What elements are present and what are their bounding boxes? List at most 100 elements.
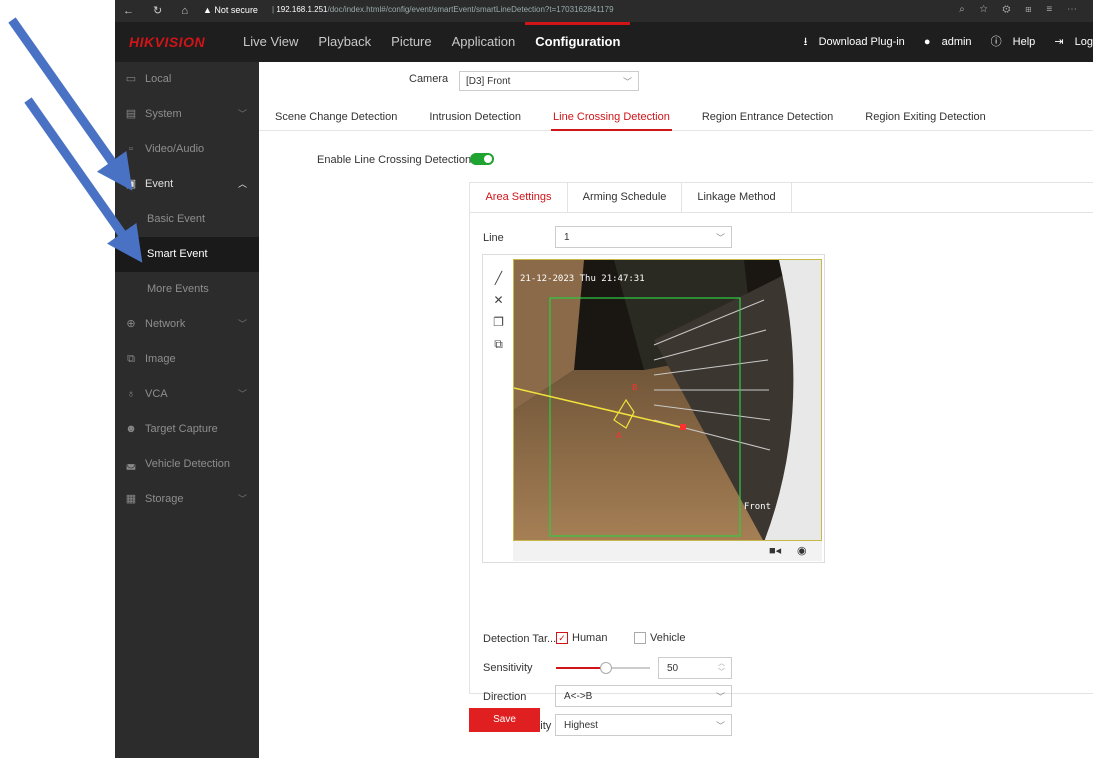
- direction-label: Direction: [483, 691, 527, 703]
- line-value: 1: [564, 232, 570, 243]
- logout-icon: ⇥: [1054, 36, 1064, 48]
- draw-line-icon[interactable]: ╱: [487, 267, 510, 289]
- chevron-down-icon: ﹀: [237, 319, 247, 329]
- video-icon: ▫: [129, 143, 133, 155]
- spinner-icon[interactable]: ︿ ﹀: [718, 659, 725, 677]
- top-nav: Live View Playback Picture Application C…: [233, 22, 631, 62]
- tab-intrusion[interactable]: Intrusion Detection: [413, 98, 537, 130]
- save-button[interactable]: Save: [469, 708, 540, 732]
- direction-value: A<->B: [564, 691, 593, 702]
- tab-scene-change[interactable]: Scene Change Detection: [259, 98, 413, 130]
- download-plugin-link[interactable]: ⭳ Download Plug-in: [796, 36, 905, 48]
- user-icon: ●: [923, 36, 931, 48]
- sidebar-item-label: Video/Audio: [145, 143, 205, 155]
- storage-icon: ▦: [125, 493, 137, 505]
- point-a-label: A: [616, 431, 622, 440]
- nav-application[interactable]: Application: [442, 22, 526, 62]
- user-name: admin: [941, 36, 972, 48]
- help-link[interactable]: ⓘ Help: [983, 36, 1036, 48]
- nav-playback[interactable]: Playback: [308, 22, 381, 62]
- chevron-down-icon: ﹀: [237, 109, 247, 119]
- logout-link[interactable]: ⇥ Log: [1046, 36, 1093, 48]
- line-select[interactable]: 1 ﹀: [555, 226, 732, 248]
- tab-region-entrance[interactable]: Region Entrance Detection: [686, 98, 849, 130]
- browser-bar: ← ↻ ⌂ ▲ Not secure | 192.168.1.251/doc/i…: [115, 0, 1093, 22]
- nav-picture[interactable]: Picture: [381, 22, 441, 62]
- slider-knob[interactable]: [600, 662, 612, 674]
- car-icon: ◛: [125, 458, 137, 470]
- tab-arming-schedule[interactable]: Arming Schedule: [568, 183, 682, 212]
- browser-nav-icons[interactable]: ← ↻ ⌂: [123, 4, 196, 17]
- browser-toolbar-icons[interactable]: ⌕ ☆ ⚙ ⊞ ≡ ⋯: [959, 4, 1083, 15]
- info-icon: ⓘ: [990, 36, 1002, 48]
- drawing-toolbar: ╱ ✕ ❐ ⧉: [487, 267, 510, 355]
- nav-live-view[interactable]: Live View: [233, 22, 308, 62]
- tab-line-crossing[interactable]: Line Crossing Detection: [537, 98, 686, 131]
- sensitivity-label: Sensitivity: [483, 662, 533, 674]
- clear-icon[interactable]: ✕: [487, 289, 510, 311]
- sidebar-item-image[interactable]: ⧉ Image: [115, 342, 259, 377]
- sidebar-item-event[interactable]: ▣ Event ︿: [115, 167, 259, 202]
- record-icon[interactable]: ■◂: [769, 544, 781, 557]
- sensitivity-slider[interactable]: [556, 662, 650, 674]
- bulb-icon: ♁: [126, 388, 136, 400]
- human-checkbox[interactable]: ✓ Human: [556, 632, 608, 645]
- camera-select[interactable]: [D3] Front ﹀: [459, 71, 639, 91]
- sidebar-item-basic-event[interactable]: Basic Event: [115, 202, 259, 237]
- user-menu[interactable]: ● admin: [916, 36, 972, 48]
- sidebar-item-network[interactable]: ⊕ Network ﹀: [115, 307, 259, 342]
- enable-toggle[interactable]: [470, 153, 494, 165]
- sidebar-item-local[interactable]: ▭ Local: [115, 62, 259, 97]
- tab-region-exiting[interactable]: Region Exiting Detection: [849, 98, 1001, 130]
- sidebar-item-smart-event[interactable]: Smart Event: [115, 237, 259, 272]
- camera-icon[interactable]: ◉: [797, 544, 807, 557]
- camera-value: [D3] Front: [466, 76, 511, 87]
- download-icon: ⭳: [803, 36, 808, 48]
- app-header: HIKVISION Live View Playback Picture App…: [115, 22, 1093, 62]
- tab-linkage-method[interactable]: Linkage Method: [682, 183, 792, 212]
- sidebar-item-label: Target Capture: [145, 423, 218, 435]
- chevron-down-icon: ﹀: [237, 389, 247, 399]
- chevron-down-icon: ﹀: [715, 692, 725, 702]
- sidebar-item-system[interactable]: ▤ System ﹀: [115, 97, 259, 132]
- direction-select[interactable]: A<->B ﹀: [555, 685, 732, 707]
- sidebar-item-label: Network: [145, 318, 186, 330]
- min-size-icon[interactable]: ⧉: [487, 333, 510, 355]
- logout-label: Log: [1074, 36, 1093, 48]
- sidebar-item-target-capture[interactable]: ☻ Target Capture: [115, 412, 259, 447]
- sidebar-item-label: Local: [145, 73, 172, 85]
- sidebar-item-vca[interactable]: ♁ VCA ﹀: [115, 377, 259, 412]
- chevron-down-icon: ﹀: [622, 77, 632, 87]
- sidebar-item-vehicle-detection[interactable]: ◛ Vehicle Detection: [115, 447, 259, 482]
- nav-configuration[interactable]: Configuration: [525, 22, 631, 62]
- sidebar-item-more-events[interactable]: More Events: [115, 272, 259, 307]
- sidebar-item-video-audio[interactable]: ▫ Video/Audio: [115, 132, 259, 167]
- live-video[interactable]: B A 21-12-2023 Thu 21:47:31 Front: [513, 259, 822, 541]
- checkbox-box: [634, 632, 646, 645]
- sidebar-item-storage[interactable]: ▦ Storage ﹀: [115, 482, 259, 517]
- human-label: Human: [572, 632, 608, 644]
- sidebar: ▭ Local ▤ System ﹀ ▫ Video/Audio ▣ Event ︿ Bas…: [115, 62, 259, 758]
- line-handle[interactable]: [680, 424, 686, 430]
- url-path: /doc/index.html#/config/event/smartEvent…: [327, 5, 614, 14]
- video-footer: ■◂ ◉: [513, 541, 822, 561]
- check-icon: ✓: [556, 632, 568, 645]
- header-actions: ⭳ Download Plug-in ● admin ⓘ Help ⇥ Log: [788, 22, 1093, 62]
- max-size-icon[interactable]: ❐: [487, 311, 510, 333]
- address-bar[interactable]: | 192.168.1.251/doc/index.html#/config/e…: [272, 5, 614, 14]
- settings-panel: Area Settings Arming Schedule Linkage Me…: [469, 182, 1093, 736]
- target-validity-select[interactable]: Highest ﹀: [555, 714, 732, 736]
- sidebar-item-label: System: [145, 108, 182, 120]
- detection-target-label: Detection Tar...: [483, 633, 557, 645]
- url-host: 192.168.1.251: [276, 5, 328, 14]
- chevron-down-icon: ﹀: [237, 494, 247, 504]
- video-frame: ╱ ✕ ❐ ⧉ B A 21-12-2023 Thu 21:47:31 Fron…: [482, 254, 825, 563]
- not-secure-label: Not secure: [214, 5, 258, 15]
- main-content: Camera [D3] Front ﹀ Scene Change Detectio…: [259, 62, 1093, 758]
- tab-area-settings[interactable]: Area Settings: [470, 183, 568, 212]
- not-secure-badge[interactable]: ▲ Not secure: [203, 5, 258, 15]
- vehicle-checkbox[interactable]: Vehicle: [634, 632, 685, 645]
- sensitivity-input[interactable]: 50 ︿ ﹀: [658, 657, 732, 679]
- osd-timestamp: 21-12-2023 Thu 21:47:31: [520, 274, 645, 284]
- line-label: Line: [483, 232, 504, 244]
